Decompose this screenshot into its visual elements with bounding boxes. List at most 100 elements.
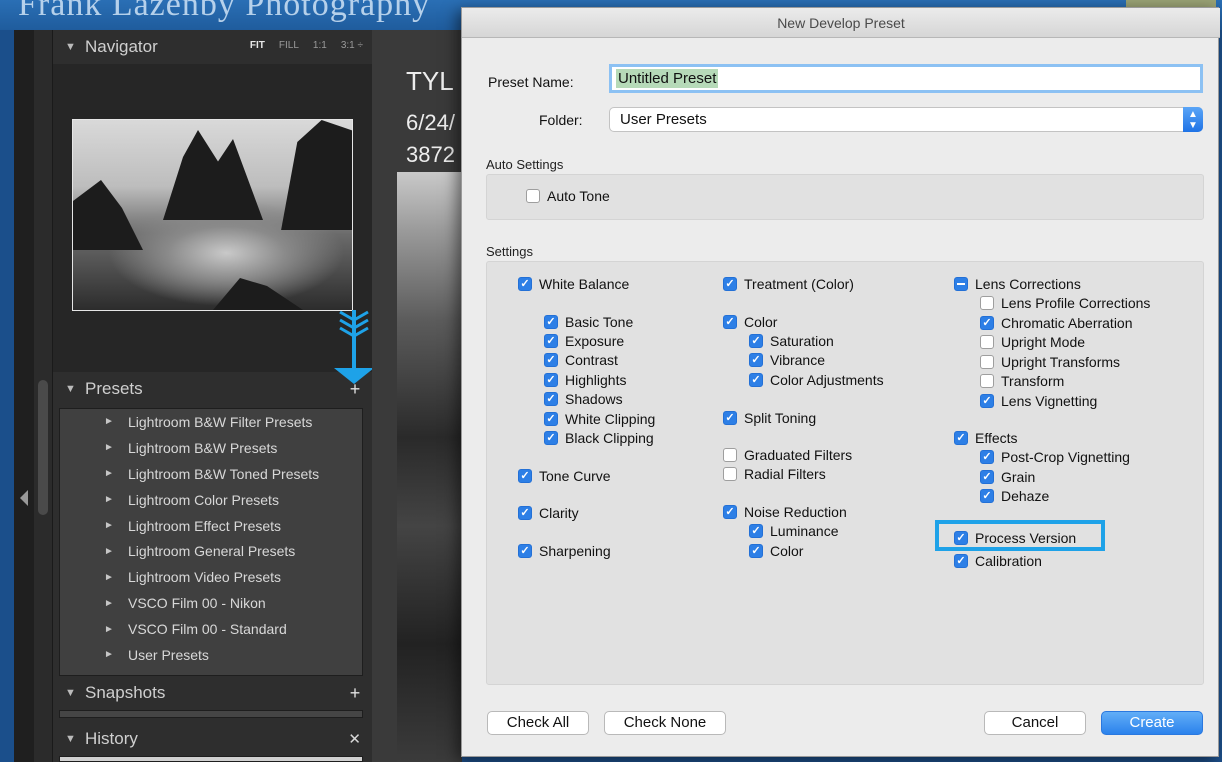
setting-checkbox-shadows[interactable]: ✓ Shadows	[544, 391, 623, 407]
checkbox-icon	[526, 189, 540, 203]
setting-label: White Balance	[539, 276, 630, 292]
setting-checkbox-graduated-filters[interactable]: Graduated Filters	[723, 447, 852, 463]
check-all-button[interactable]: Check All	[487, 711, 589, 735]
setting-checkbox-effects[interactable]: ✓ Effects	[954, 430, 1018, 446]
setting-checkbox-color[interactable]: ✓ Color	[723, 314, 777, 330]
zoom-fit[interactable]: FIT	[250, 40, 265, 51]
cancel-button[interactable]: Cancel	[984, 711, 1086, 735]
collapse-left-panel-icon[interactable]	[20, 490, 28, 506]
setting-checkbox-transform[interactable]: Transform	[980, 373, 1064, 389]
setting-checkbox-treatment-color[interactable]: ✓ Treatment (Color)	[723, 276, 854, 292]
checkmark-icon: ✓	[749, 353, 763, 367]
preset-folder-label: Lightroom Video Presets	[128, 569, 282, 586]
setting-checkbox-black-clipping[interactable]: ✓ Black Clipping	[544, 430, 654, 446]
zoom-fill[interactable]: FILL	[279, 40, 299, 51]
preset-folder[interactable]: ► Lightroom Effect Presets	[60, 513, 362, 539]
preset-folder[interactable]: ► VSCO Film 00 - Nikon	[60, 590, 362, 616]
setting-label: Radial Filters	[744, 466, 826, 482]
preset-folder-label: Lightroom Effect Presets	[128, 517, 282, 534]
setting-checkbox-noise-reduction[interactable]: ✓ Noise Reduction	[723, 504, 847, 520]
setting-checkbox-color-adjustments[interactable]: ✓ Color Adjustments	[749, 372, 884, 388]
setting-checkbox-upright-mode[interactable]: Upright Mode	[980, 334, 1085, 350]
checkmark-icon: ✓	[544, 392, 558, 406]
preset-folder[interactable]: ► Lightroom B&W Toned Presets	[60, 461, 362, 487]
setting-label: Tone Curve	[539, 468, 611, 484]
setting-checkbox-calibration[interactable]: ✓ Calibration	[954, 553, 1042, 569]
zoom-1-1[interactable]: 1:1	[313, 40, 327, 51]
setting-checkbox-exposure[interactable]: ✓ Exposure	[544, 333, 624, 349]
navigator-thumbnail[interactable]	[72, 119, 353, 311]
photo-title: TYL	[406, 66, 454, 96]
setting-checkbox-lens-vignetting[interactable]: ✓ Lens Vignetting	[980, 393, 1097, 409]
folder-value: User Presets	[620, 111, 707, 128]
setting-label: Upright Mode	[1001, 334, 1086, 350]
setting-checkbox-chromatic-aberration[interactable]: ✓ Chromatic Aberration	[980, 315, 1133, 331]
add-snapshot-plus-icon[interactable]: +	[347, 684, 363, 702]
setting-checkbox-luminance[interactable]: ✓ Luminance	[749, 523, 839, 539]
setting-checkbox-radial-filters[interactable]: Radial Filters	[723, 466, 826, 482]
snapshots-list	[59, 710, 363, 718]
setting-checkbox-white-clipping[interactable]: ✓ White Clipping	[544, 411, 655, 427]
history-header[interactable]: ▼ History ✕	[53, 722, 373, 756]
setting-checkbox-split-toning[interactable]: ✓ Split Toning	[723, 410, 816, 426]
setting-label: Highlights	[565, 372, 627, 388]
presets-header[interactable]: ▼ Presets +	[53, 372, 373, 406]
expand-triangle-icon: ►	[104, 623, 114, 635]
left-panel-scrollbar[interactable]	[38, 380, 48, 515]
setting-label: Color	[770, 543, 804, 559]
checkbox-icon	[980, 374, 994, 388]
setting-checkbox-basic-tone[interactable]: ✓ Basic Tone	[544, 314, 633, 330]
clear-history-close-icon[interactable]: ✕	[348, 730, 361, 748]
create-button[interactable]: Create	[1101, 711, 1203, 735]
preset-folder[interactable]: ► Lightroom B&W Filter Presets	[60, 409, 362, 435]
setting-checkbox-grain[interactable]: ✓ Grain	[980, 469, 1035, 485]
check-none-button[interactable]: Check None	[604, 711, 726, 735]
setting-checkbox-lens-corrections[interactable]: Lens Corrections	[954, 276, 1081, 292]
preset-folder[interactable]: ► Lightroom General Presets	[60, 538, 362, 564]
history-title: History	[85, 729, 138, 748]
setting-checkbox-highlights[interactable]: ✓ Highlights	[544, 372, 626, 388]
preset-folder[interactable]: ► Lightroom B&W Presets	[60, 435, 362, 461]
folder-dropdown[interactable]: User Presets ▲ ▼	[609, 107, 1203, 132]
folder-label: Folder:	[539, 112, 583, 128]
setting-checkbox-post-crop-vignetting[interactable]: ✓ Post-Crop Vignetting	[980, 449, 1130, 465]
checkmark-icon: ✓	[518, 544, 532, 558]
expand-triangle-icon: ►	[104, 442, 114, 454]
setting-checkbox-upright-transforms[interactable]: Upright Transforms	[980, 354, 1120, 370]
setting-label: Exposure	[565, 333, 625, 349]
checkmark-icon: ✓	[723, 505, 737, 519]
preset-folder[interactable]: ► Lightroom Video Presets	[60, 564, 362, 590]
navigator-header[interactable]: ▼ Navigator FIT FILL 1:1 3:1 ÷	[53, 30, 373, 64]
checkmark-icon: ✓	[954, 554, 968, 568]
preset-name-value: Untitled Preset	[616, 69, 719, 88]
snapshots-header[interactable]: ▼ Snapshots +	[53, 676, 373, 710]
auto-tone-checkbox[interactable]: Auto Tone	[526, 188, 610, 204]
left-panel-content: ▼ Navigator FIT FILL 1:1 3:1 ÷ ▼ Presets…	[52, 30, 373, 762]
setting-checkbox-lens-profile-corrections[interactable]: Lens Profile Corrections	[980, 295, 1150, 311]
snapshots-title: Snapshots	[85, 683, 166, 702]
zoom-3-1[interactable]: 3:1 ÷	[341, 40, 363, 51]
setting-label: Treatment (Color)	[744, 276, 854, 292]
setting-checkbox-sharpening[interactable]: ✓ Sharpening	[518, 543, 611, 559]
setting-checkbox-saturation[interactable]: ✓ Saturation	[749, 333, 834, 349]
checkbox-icon	[980, 296, 994, 310]
setting-label: Black Clipping	[565, 430, 654, 446]
navigator-title: Navigator	[85, 37, 158, 56]
setting-checkbox-vibrance[interactable]: ✓ Vibrance	[749, 352, 825, 368]
setting-checkbox-dehaze[interactable]: ✓ Dehaze	[980, 488, 1049, 504]
setting-checkbox-tone-curve[interactable]: ✓ Tone Curve	[518, 468, 611, 484]
preset-folder[interactable]: ► User Presets	[60, 642, 362, 668]
setting-checkbox-color[interactable]: ✓ Color	[749, 543, 803, 559]
expand-triangle-icon: ►	[104, 416, 114, 428]
setting-checkbox-contrast[interactable]: ✓ Contrast	[544, 352, 618, 368]
setting-checkbox-white-balance[interactable]: ✓ White Balance	[518, 276, 629, 292]
checkmark-icon: ✓	[723, 411, 737, 425]
main-photo[interactable]	[397, 172, 462, 762]
checkmark-icon: ✓	[723, 315, 737, 329]
checkmark-icon: ✓	[518, 469, 532, 483]
setting-checkbox-clarity[interactable]: ✓ Clarity	[518, 505, 579, 521]
preset-folder[interactable]: ► Lightroom Color Presets	[60, 487, 362, 513]
preset-name-label: Preset Name:	[488, 74, 574, 90]
preset-folder[interactable]: ► VSCO Film 00 - Standard	[60, 616, 362, 642]
preset-name-input[interactable]: Untitled Preset	[609, 64, 1203, 93]
